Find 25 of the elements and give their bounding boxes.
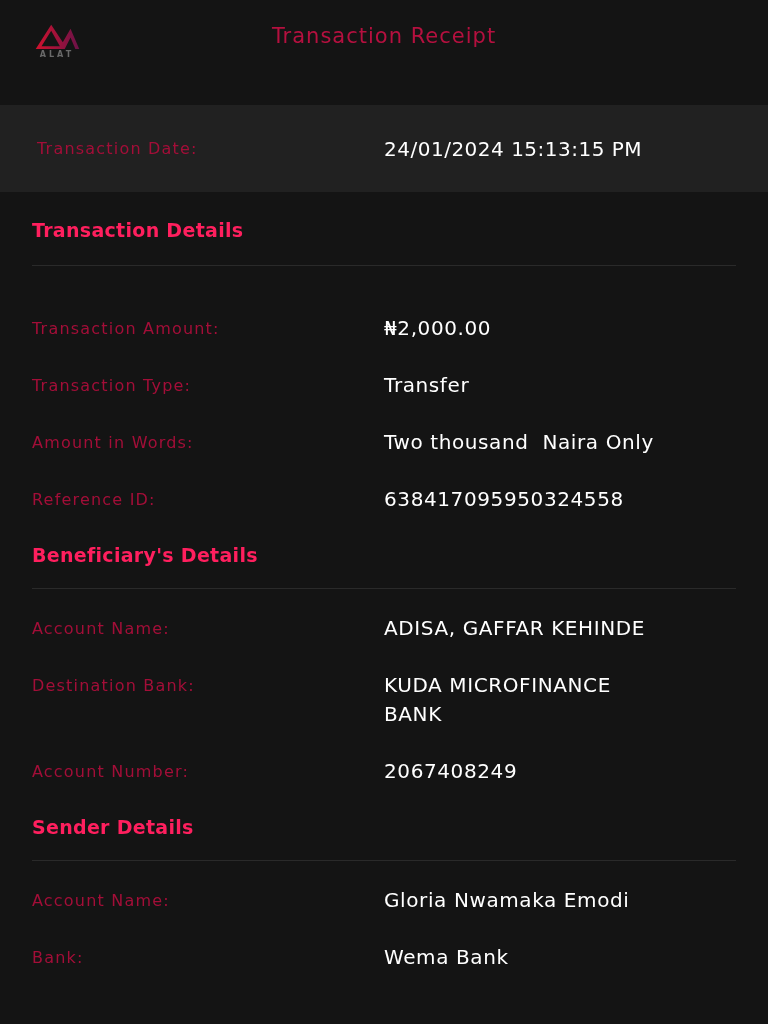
logo-text: ALAT xyxy=(39,50,75,59)
field-label: Transaction Amount: xyxy=(32,318,221,340)
field-label: Reference ID: xyxy=(32,489,157,511)
field-value: ADISA, GAFFAR KEHINDE xyxy=(384,615,647,642)
field-label: Transaction Type: xyxy=(32,375,193,397)
field-value: Wema Bank xyxy=(384,944,510,971)
section-heading: Transaction Details xyxy=(32,218,245,243)
field-label: Account Number: xyxy=(32,761,191,783)
field-value: ₦2,000.00 xyxy=(384,315,493,342)
field-label: Transaction Date: xyxy=(37,139,199,158)
field-value: 638417095950324558 xyxy=(384,486,625,513)
field-value: Gloria Nwamaka Emodi xyxy=(384,887,631,914)
field-label: Account Name: xyxy=(32,890,171,912)
field-label: Bank: xyxy=(32,947,85,969)
section-heading: Beneficiary's Details xyxy=(32,543,259,568)
field-value: Two thousand Naira Only xyxy=(384,429,655,456)
field-label: Destination Bank: xyxy=(32,675,196,697)
field-label: Account Name: xyxy=(32,618,171,640)
field-value: 24/01/2024 15:13:15 PM xyxy=(384,136,643,161)
section-heading: Sender Details xyxy=(32,815,195,840)
field-value: Transfer xyxy=(384,372,471,399)
field-value: KUDA MICROFINANCE BANK xyxy=(384,672,612,728)
field-label: Amount in Words: xyxy=(32,432,195,454)
page-title: Transaction Receipt xyxy=(271,24,497,48)
field-value: 2067408249 xyxy=(384,758,519,785)
